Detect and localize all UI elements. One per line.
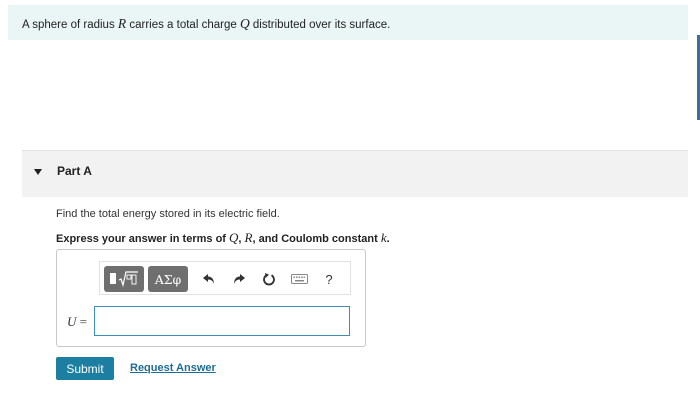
intro-text-1: A sphere of radius — [22, 19, 118, 31]
reset-button[interactable] — [256, 266, 282, 292]
instruction-end: . — [386, 233, 390, 245]
question-text: Find the total energy stored in its elec… — [56, 208, 280, 220]
redo-button[interactable] — [226, 266, 252, 292]
answer-input[interactable] — [94, 306, 350, 336]
math-toolbar: ΑΣφ ? — [99, 261, 351, 295]
request-answer-link[interactable]: Request Answer — [130, 362, 216, 374]
instruction-prefix: Express your answer in terms of — [56, 233, 230, 245]
problem-statement: A sphere of radius R carries a total cha… — [8, 5, 688, 40]
redo-icon — [234, 274, 245, 284]
undo-button[interactable] — [196, 266, 222, 292]
greek-symbols-button[interactable]: ΑΣφ — [148, 266, 188, 292]
help-icon[interactable]: ? — [316, 266, 342, 292]
charge-variable: Q — [239, 16, 250, 31]
submit-button[interactable]: Submit — [56, 357, 114, 380]
part-a-header[interactable]: Part A — [22, 150, 688, 197]
part-title: Part A — [57, 164, 92, 178]
instruction-text: Express your answer in terms of Q, R, an… — [56, 230, 390, 246]
answer-equals: = — [76, 314, 87, 329]
intro-text-3: distributed over its surface. — [249, 19, 391, 31]
intro-text-2: carries a total charge — [126, 19, 240, 31]
radius-variable: R — [117, 16, 127, 31]
matrix-sqrt-template-button[interactable] — [104, 266, 144, 292]
answer-variable: U — [67, 314, 77, 329]
collapse-caret-icon[interactable] — [34, 169, 42, 175]
answer-label: U = — [67, 314, 87, 330]
keyboard-button[interactable] — [286, 266, 312, 292]
matrix-sqrt-template-icon — [110, 271, 138, 288]
instruction-var-q: Q — [229, 230, 239, 245]
keyboard-icon — [290, 274, 308, 284]
answer-panel: ΑΣφ ? U = — [56, 249, 366, 347]
reset-icon — [263, 273, 275, 286]
undo-icon — [203, 274, 214, 284]
instruction-mid: , and Coulomb constant — [252, 233, 381, 245]
